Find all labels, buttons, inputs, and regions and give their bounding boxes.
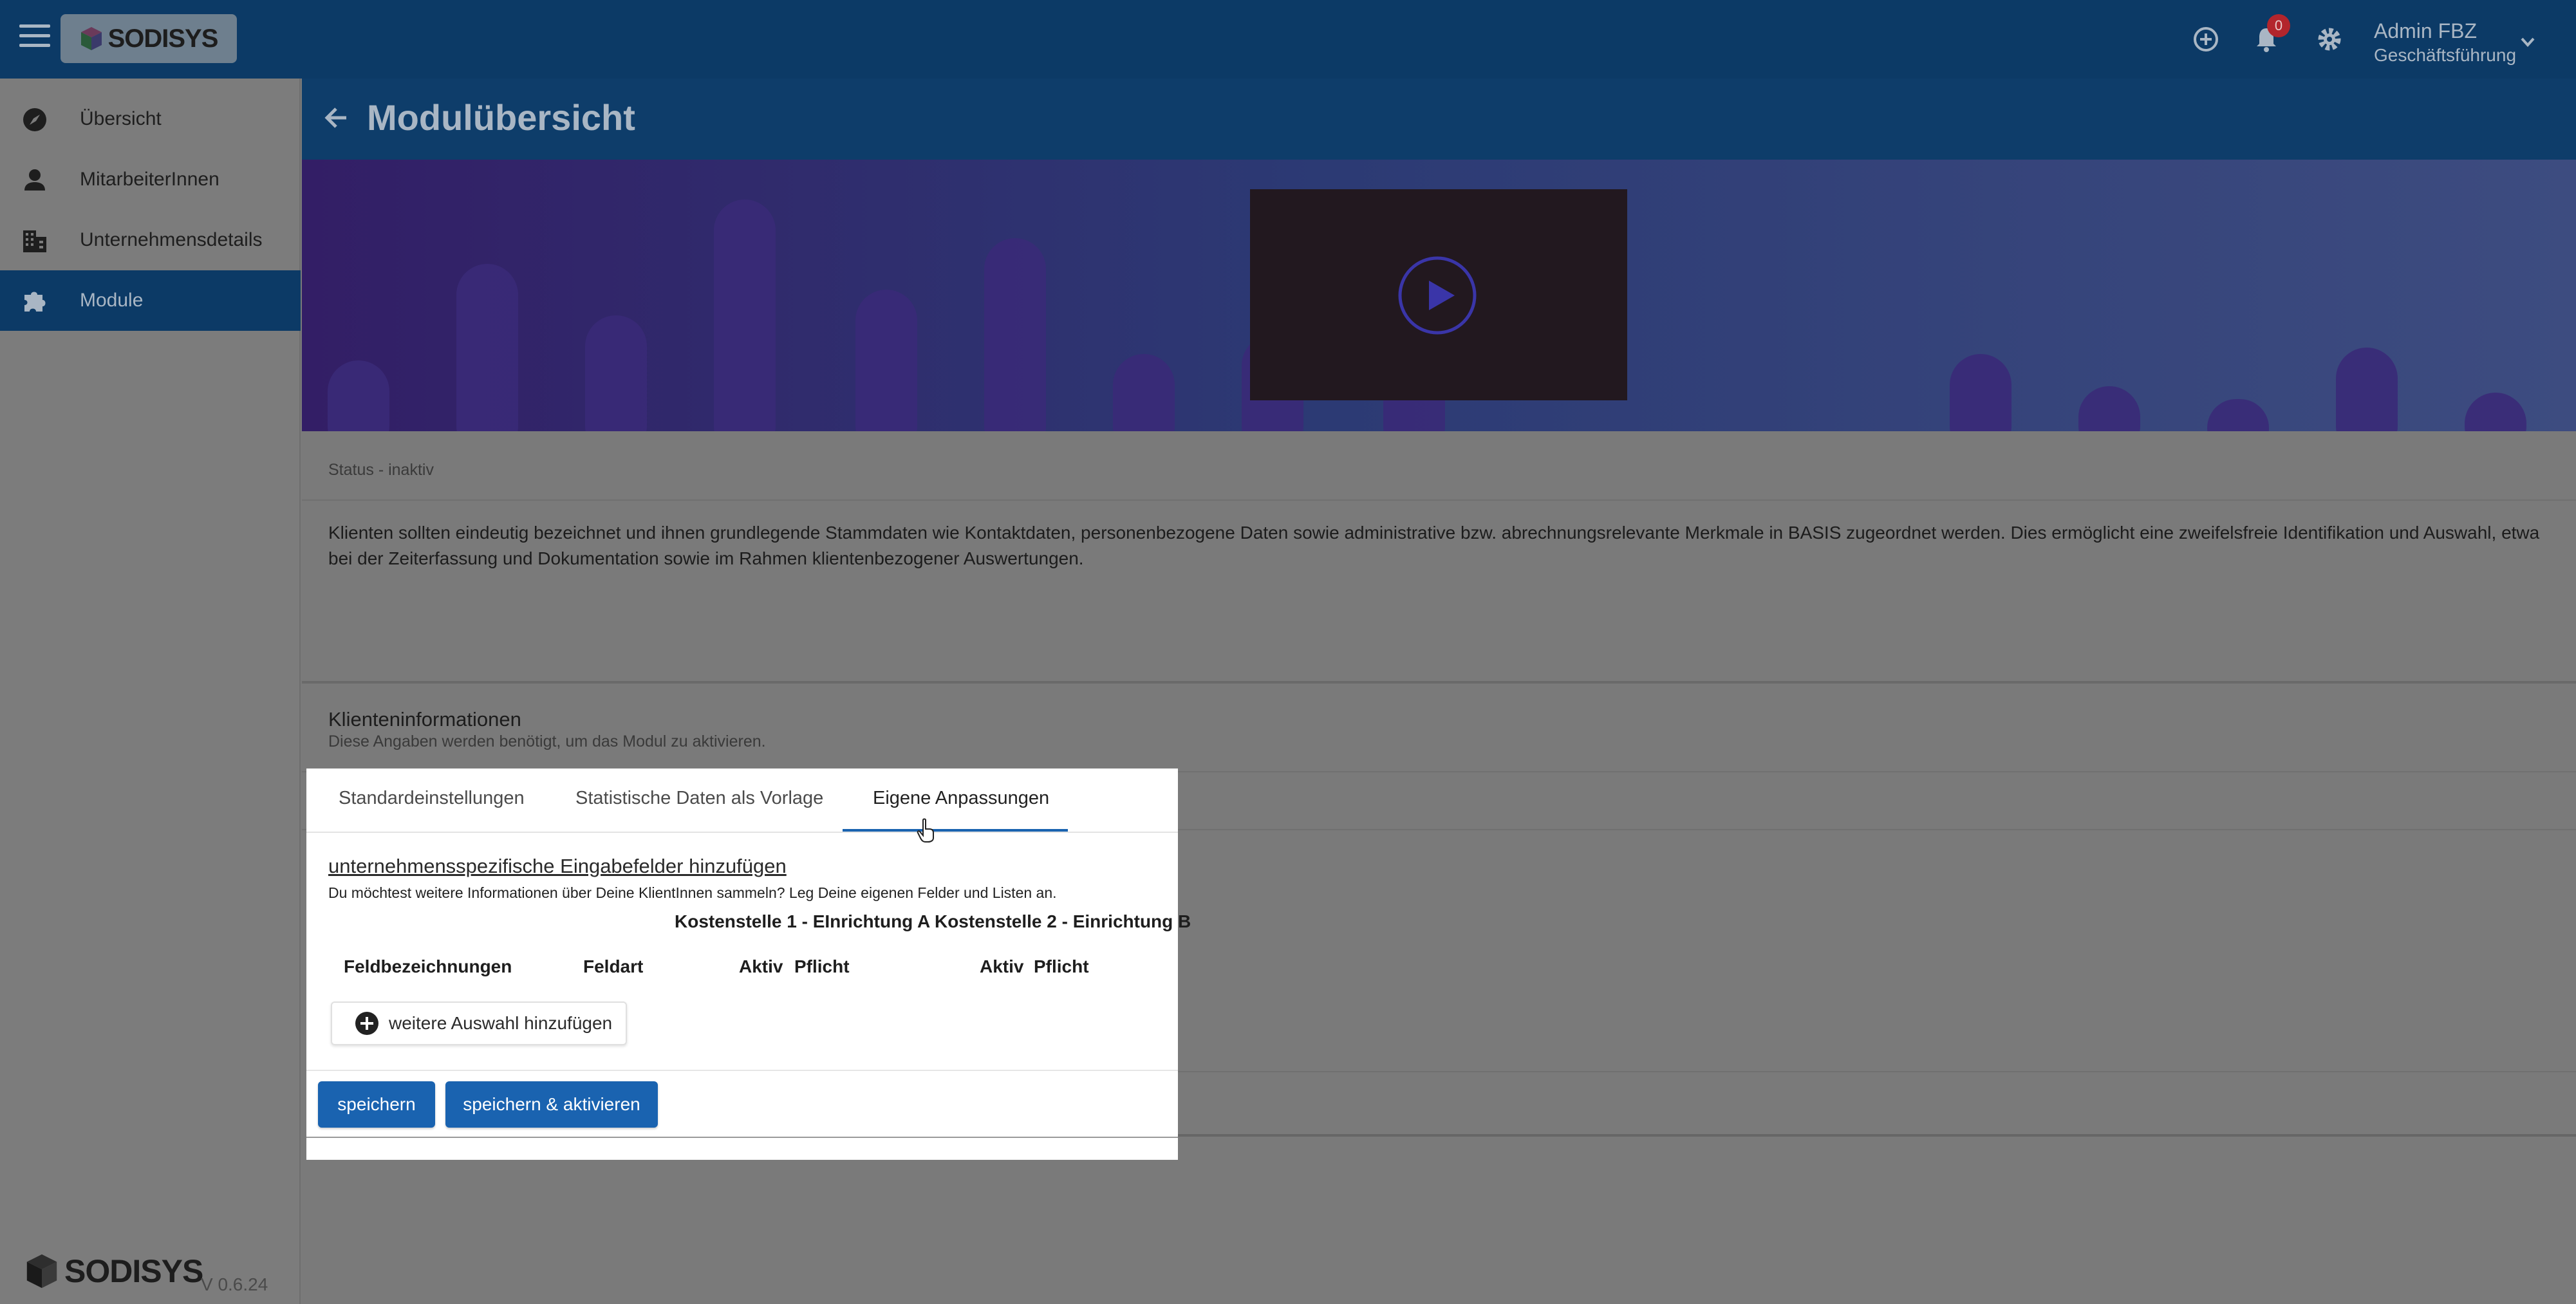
column-header-active-2: Aktiv — [980, 956, 1024, 976]
back-arrow-icon[interactable] — [322, 103, 351, 133]
mouse-cursor-icon — [917, 818, 934, 843]
sidebar-item-mitarbeiterinnen[interactable]: MitarbeiterInnen — [0, 149, 301, 210]
sidebar-item-uebersicht[interactable]: Übersicht — [0, 89, 301, 149]
sidebar-item-label: MitarbeiterInnen — [80, 169, 219, 190]
user-role: Geschäftsführung — [2374, 45, 2517, 65]
divider — [306, 1070, 1178, 1071]
logo-cube-icon — [80, 27, 102, 50]
save-and-activate-button[interactable]: speichern & aktivieren — [445, 1081, 658, 1128]
save-button[interactable]: speichern — [318, 1081, 435, 1128]
hamburger-menu-icon[interactable] — [19, 24, 50, 54]
add-circle-icon — [355, 1012, 378, 1035]
cost-center-header: Kostenstelle 1 - EInrichtung A Kostenste… — [675, 911, 1191, 931]
customization-panel: Standardeinstellungen Statistische Daten… — [306, 768, 1191, 1160]
custom-fields-hint: Du möchtest weitere Informationen über D… — [328, 884, 1057, 901]
column-header-active-1: Aktiv — [739, 956, 783, 976]
section-subtitle: Diese Angaben werden benötigt, um das Mo… — [328, 732, 766, 750]
tab-eigene-anpassungen[interactable]: Eigene Anpassungen — [873, 788, 1049, 809]
person-icon — [24, 169, 45, 191]
sidebar-item-label: Unternehmensdetails — [80, 229, 263, 250]
divider — [306, 832, 1178, 833]
column-header-field-names: Feldbezeichnungen — [344, 956, 512, 976]
notification-badge: 0 — [2267, 14, 2290, 37]
page-header — [302, 79, 2576, 160]
footer-logo: SODISYS — [24, 1253, 203, 1290]
user-name[interactable]: Admin FBZ — [2374, 19, 2477, 43]
gear-icon[interactable] — [2313, 23, 2346, 55]
add-circle-icon[interactable] — [2190, 23, 2222, 55]
chevron-down-icon[interactable] — [2518, 32, 2537, 51]
sidebar-item-label: Module — [80, 290, 144, 311]
column-header-required-1: Pflicht — [794, 956, 850, 976]
add-choice-button[interactable]: weitere Auswahl hinzufügen — [331, 1001, 627, 1045]
sidebar-item-module[interactable]: Module — [0, 270, 301, 331]
footer-logo-text: SODISYS — [64, 1253, 203, 1289]
module-description: Klienten sollten eindeutig bezeichnet un… — [328, 523, 2540, 568]
app-logo[interactable]: SODISYS — [61, 14, 237, 63]
status-label: Status - inaktiv — [328, 461, 434, 479]
divider — [302, 499, 2576, 501]
tab-standardeinstellungen[interactable]: Standardeinstellungen — [339, 788, 525, 809]
play-icon[interactable] — [1397, 255, 1478, 336]
building-icon — [23, 230, 46, 252]
divider — [306, 1137, 1178, 1138]
logo-text: SODISYS — [107, 24, 219, 53]
tab-statistische-daten[interactable]: Statistische Daten als Vorlage — [575, 788, 823, 809]
add-choice-label: weitere Auswahl hinzufügen — [389, 1013, 613, 1033]
page-title: Modulübersicht — [367, 97, 635, 138]
divider — [1177, 1134, 2576, 1137]
sidebar-item-unternehmensdetails[interactable]: Unternehmensdetails — [0, 210, 301, 270]
version-label: V 0.6.24 — [201, 1274, 268, 1294]
puzzle-icon — [24, 292, 46, 312]
column-header-required-2: Pflicht — [1034, 956, 1089, 976]
column-header-field-type: Feldart — [583, 956, 644, 976]
sidebar-item-label: Übersicht — [80, 108, 162, 129]
compass-icon — [23, 108, 46, 131]
logo-cube-icon — [26, 1254, 57, 1289]
divider — [1177, 1071, 2576, 1072]
section-title: Klienteninformationen — [328, 708, 521, 731]
add-custom-fields-link[interactable]: unternehmensspezifische Eingabefelder hi… — [328, 855, 787, 878]
